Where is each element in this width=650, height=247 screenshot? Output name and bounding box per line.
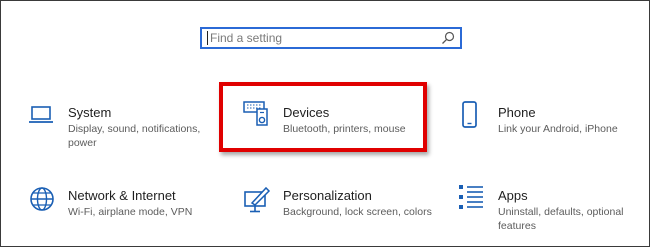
highlight-box xyxy=(219,82,427,152)
tile-network-internet[interactable]: Network & Internet Wi-Fi, airplane mode,… xyxy=(28,183,208,233)
tile-desc-apps: Uninstall, defaults, optional features xyxy=(498,206,624,232)
globe-icon xyxy=(30,187,54,211)
tile-title-personalization: Personalization xyxy=(283,188,372,203)
tile-apps[interactable]: Apps Uninstall, defaults, optional featu… xyxy=(458,183,643,233)
tile-desc-system: Display, sound, notifications, power xyxy=(68,123,201,149)
apps-list-icon xyxy=(459,185,483,209)
search-icon[interactable] xyxy=(441,31,455,45)
tile-title-apps: Apps xyxy=(498,188,528,203)
laptop-icon xyxy=(29,106,53,123)
tile-system[interactable]: System Display, sound, notifications, po… xyxy=(28,100,208,150)
tile-phone[interactable]: Phone Link your Android, iPhone xyxy=(458,100,638,150)
tile-desc-personalization: Background, lock screen, colors xyxy=(283,206,432,218)
tile-title-system: System xyxy=(68,105,112,120)
tile-personalization[interactable]: Personalization Background, lock screen,… xyxy=(243,183,432,233)
tile-desc-phone: Link your Android, iPhone xyxy=(498,123,618,135)
search-placeholder: Find a setting xyxy=(210,31,283,45)
text-caret xyxy=(207,31,208,45)
phone-icon xyxy=(462,101,477,128)
search-input[interactable]: Find a setting xyxy=(200,27,462,49)
tile-desc-network: Wi-Fi, airplane mode, VPN xyxy=(68,206,193,218)
personalization-icon xyxy=(244,186,271,213)
tile-title-network: Network & Internet xyxy=(68,188,176,203)
tile-title-phone: Phone xyxy=(498,105,536,120)
